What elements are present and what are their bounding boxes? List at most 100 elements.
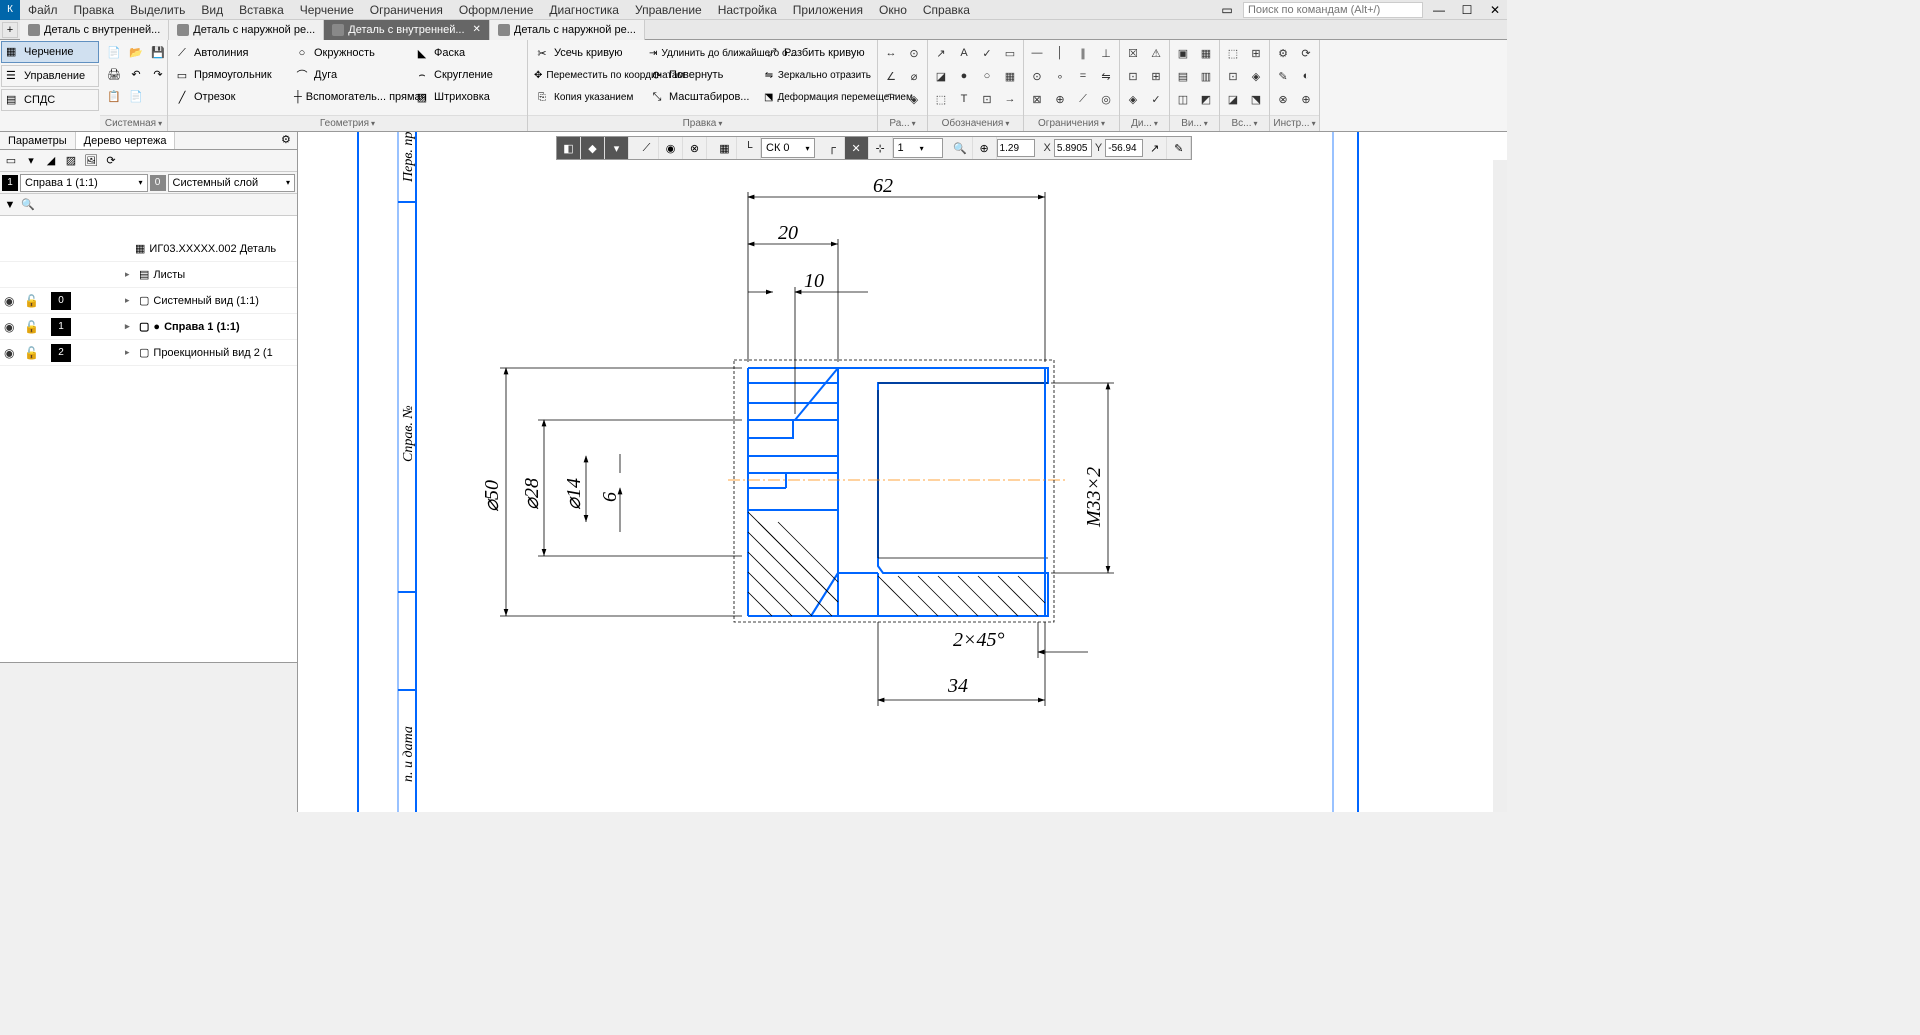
leader-icon[interactable]: ↗ xyxy=(930,42,952,64)
menu-file[interactable]: Файл xyxy=(20,3,66,17)
deform-button[interactable]: ⬔Деформация перемещением xyxy=(760,86,875,108)
close-icon[interactable]: ✕ xyxy=(473,24,481,35)
y-input[interactable] xyxy=(1105,139,1143,157)
tree-projection-view[interactable]: ◉🔓2 ▸▢Проекционный вид 2 (1 xyxy=(0,340,297,366)
group-system-label[interactable]: Системная xyxy=(100,115,167,131)
ft-dropdown-icon[interactable]: ▾ xyxy=(605,137,629,159)
section-icon[interactable]: ⬚ xyxy=(930,88,952,110)
fillet-button[interactable]: ⌢Скругление xyxy=(410,64,520,86)
diag1-icon[interactable]: ☒ xyxy=(1122,42,1144,64)
trim-button[interactable]: ✂Усечь кривую xyxy=(530,42,645,64)
menu-diag[interactable]: Диагностика xyxy=(541,3,627,17)
view1-icon[interactable]: ▣ xyxy=(1172,42,1194,64)
ft-eye-icon[interactable]: ◉ xyxy=(659,137,683,159)
group-constraints-label[interactable]: Ограничения xyxy=(1024,115,1119,131)
move-button[interactable]: ✥Переместить по координатам xyxy=(530,64,645,86)
menu-help[interactable]: Справка xyxy=(915,3,978,17)
colinear-icon[interactable]: ⟋ xyxy=(1072,88,1094,110)
tree-sheets[interactable]: ▸▤Листы xyxy=(0,262,297,288)
zoom-input[interactable] xyxy=(997,139,1035,157)
ptb-icon-1[interactable]: ▭ xyxy=(2,152,20,170)
ptb-icon-4[interactable]: ▨ xyxy=(62,152,80,170)
tab-tree[interactable]: Дерево чертежа xyxy=(76,132,176,149)
view6-icon[interactable]: ◩ xyxy=(1195,88,1217,110)
vert-icon[interactable]: │ xyxy=(1049,42,1071,64)
chamfer-button[interactable]: ◣Фаска xyxy=(410,42,520,64)
lock-icon[interactable]: 🔓 xyxy=(24,346,38,360)
view4-icon[interactable]: ▥ xyxy=(1195,65,1217,87)
mode-manage[interactable]: ☰Управление xyxy=(1,65,99,87)
zoom-icon[interactable]: ⊕ xyxy=(973,137,997,159)
dim-auto-icon[interactable]: ◈ xyxy=(903,88,925,110)
ptb-icon-3[interactable]: ◢ xyxy=(42,152,60,170)
lock-icon[interactable]: 🔓 xyxy=(24,320,38,334)
doc-tab-2[interactable]: Деталь с наружной ре... xyxy=(169,20,324,40)
autoline-button[interactable]: ⟋Автолиния xyxy=(170,42,290,64)
ft-mode-icon[interactable]: ◧ xyxy=(557,137,581,159)
scale-button[interactable]: ⤡Масштабиров... xyxy=(645,86,760,108)
group-insert-label[interactable]: Вс... xyxy=(1220,115,1269,131)
menu-view[interactable]: Вид xyxy=(193,3,231,17)
tree-right-view[interactable]: ◉🔓1 ▸▢● Справа 1 (1:1) xyxy=(0,314,297,340)
diag4-icon[interactable]: ⊞ xyxy=(1145,65,1167,87)
layer-combo[interactable]: Системный слой xyxy=(168,174,296,192)
eye-icon[interactable]: ◉ xyxy=(4,346,18,360)
tool4-icon[interactable]: ◐ xyxy=(1295,65,1317,87)
search-icon[interactable]: 🔍 xyxy=(20,197,36,213)
datum-icon[interactable]: ◪ xyxy=(930,65,952,87)
rotate-button[interactable]: ⟳Повернуть xyxy=(645,64,760,86)
extend-button[interactable]: ⇥Удлинить до ближайшего о... xyxy=(645,42,760,64)
tree-system-view[interactable]: ◉🔓0 ▸▢Системный вид (1:1) xyxy=(0,288,297,314)
arrow-icon[interactable]: → xyxy=(999,88,1021,110)
eye-icon[interactable]: ◉ xyxy=(4,320,18,334)
mirror-button[interactable]: ⇋Зеркально отразить xyxy=(760,64,875,86)
copy-button[interactable]: ⎘Копия указанием xyxy=(530,86,645,108)
tool5-icon[interactable]: ⊗ xyxy=(1272,88,1294,110)
chevron-right-icon[interactable]: ▸ xyxy=(125,347,135,358)
perp-icon[interactable]: ⊥ xyxy=(1095,42,1117,64)
ft-probe-icon[interactable]: ↗ xyxy=(1143,137,1167,159)
ins4-icon[interactable]: ◈ xyxy=(1245,65,1267,87)
ptb-icon-6[interactable]: ⟳ xyxy=(102,152,120,170)
view-label-icon[interactable]: ⊡ xyxy=(976,88,998,110)
ft-ortho-icon[interactable]: ┌ xyxy=(821,137,845,159)
command-search-input[interactable] xyxy=(1243,2,1423,18)
diag3-icon[interactable]: ⊡ xyxy=(1122,65,1144,87)
view2-icon[interactable]: ▦ xyxy=(1195,42,1217,64)
open-icon[interactable]: 📂 xyxy=(126,42,146,62)
tool6-icon[interactable]: ⊕ xyxy=(1295,88,1317,110)
balloon-icon[interactable]: ○ xyxy=(976,65,998,87)
ft-xyz-icon[interactable]: ⊹ xyxy=(869,137,893,159)
group-tools-label[interactable]: Инстр... xyxy=(1270,115,1319,131)
chevron-right-icon[interactable]: ▸ xyxy=(125,321,135,332)
ins5-icon[interactable]: ◪ xyxy=(1222,88,1244,110)
undo-icon[interactable]: ↶ xyxy=(126,64,146,84)
menu-settings[interactable]: Настройка xyxy=(710,3,785,17)
scale-combo[interactable]: 1 xyxy=(893,138,943,158)
mark-icon[interactable]: ● xyxy=(953,65,975,87)
tool2-icon[interactable]: ⟳ xyxy=(1295,42,1317,64)
parallel-icon[interactable]: ∥ xyxy=(1072,42,1094,64)
diag2-icon[interactable]: ⚠ xyxy=(1145,42,1167,64)
symmetric-icon[interactable]: ⇋ xyxy=(1095,65,1117,87)
filter-icon[interactable]: ▼ xyxy=(2,197,18,213)
ptb-icon-2[interactable]: ▾ xyxy=(22,152,40,170)
ft-angle-icon[interactable]: ⟋ xyxy=(635,137,659,159)
rect-button[interactable]: ▭Прямоугольник xyxy=(170,64,290,86)
layout-icon[interactable]: ▭ xyxy=(1215,2,1239,18)
gear-icon[interactable]: ⚙ xyxy=(281,133,295,147)
redo-icon[interactable]: ↷ xyxy=(148,64,168,84)
tool3-icon[interactable]: ✎ xyxy=(1272,65,1294,87)
copy-icon[interactable]: 📋 xyxy=(104,86,124,106)
tool1-icon[interactable]: ⚙ xyxy=(1272,42,1294,64)
group-diag-label[interactable]: Ди... xyxy=(1120,115,1169,131)
view5-icon[interactable]: ◫ xyxy=(1172,88,1194,110)
chevron-right-icon[interactable]: ▸ xyxy=(125,269,135,280)
diag5-icon[interactable]: ◈ xyxy=(1122,88,1144,110)
segment-button[interactable]: ╱Отрезок xyxy=(170,86,290,108)
coord-system-combo[interactable]: СК 0 xyxy=(761,138,815,158)
menu-apps[interactable]: Приложения xyxy=(785,3,871,17)
menu-format[interactable]: Оформление xyxy=(451,3,541,17)
menu-select[interactable]: Выделить xyxy=(122,3,193,17)
zoom-fit-icon[interactable]: 🔍 xyxy=(949,137,973,159)
